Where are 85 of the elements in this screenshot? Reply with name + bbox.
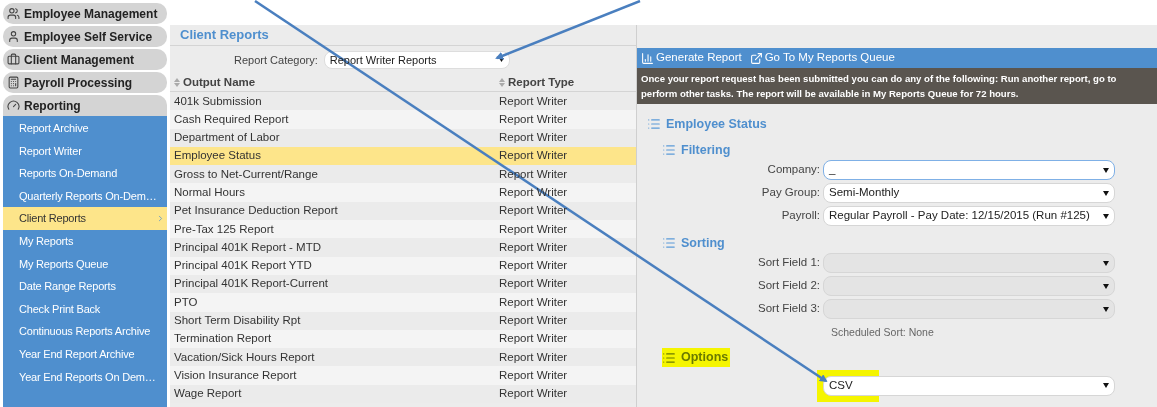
- module-tab[interactable]: Employee Self Service: [3, 26, 167, 47]
- module-tab[interactable]: Employee Management: [3, 3, 167, 24]
- field-label: Sort Field 3:: [757, 301, 821, 317]
- table-cell-text: Report Writer: [498, 203, 569, 219]
- column-header[interactable]: Output Name: [170, 73, 495, 92]
- module-tab[interactable]: Client Management: [3, 49, 167, 70]
- field-label: Payroll:: [780, 208, 821, 224]
- table-cell-text: Report Writer: [498, 148, 569, 164]
- field-label: Company:: [766, 162, 821, 178]
- external-link-icon: [749, 51, 763, 65]
- notice-text: Once your report request has been submitted you can do any of the following: Run another report, go to: [641, 72, 1118, 86]
- table-cell-text: Report Writer: [498, 386, 569, 402]
- module-icon: [7, 99, 20, 112]
- table-cell-text: Normal Hours: [173, 185, 246, 200]
- module-icon: [7, 76, 20, 89]
- table-row[interactable]: Vision Insurance Report Report Writer: [170, 366, 636, 385]
- dropdown-caret-icon: [1103, 306, 1109, 312]
- module-icon: [7, 30, 20, 43]
- table-cell-text: Report Writer: [498, 93, 569, 109]
- dropdown-caret-icon: [1103, 190, 1109, 196]
- table-row[interactable]: Cash Required Report Report Writer: [170, 110, 636, 129]
- section-title: Sorting: [662, 233, 727, 253]
- table-cell-text: Principal 401K Report YTD: [173, 258, 313, 274]
- dropdown-caret-icon: [1103, 383, 1109, 389]
- table-cell-text: Report Writer: [498, 367, 569, 383]
- table-cell-text: Report Writer: [498, 111, 569, 127]
- table-row[interactable]: Pre-Tax 125 Report Report Writer: [170, 220, 636, 239]
- field-label: Sort Field 2:: [757, 278, 821, 294]
- list-icon: [662, 350, 676, 365]
- sort-icon: [174, 78, 180, 87]
- section-title: Filtering: [662, 140, 733, 160]
- table-cell-text: Pre-Tax 125 Report: [173, 221, 275, 237]
- table-cell-text: PTO: [173, 294, 199, 310]
- field-label: Sort Field 1:: [757, 255, 821, 271]
- table-cell-text: Report Writer: [498, 294, 569, 310]
- table-row[interactable]: PTO Report Writer: [170, 293, 636, 312]
- table-cell-text: Vacation/Sick Hours Report: [173, 349, 316, 365]
- bar-chart-icon: [641, 51, 654, 65]
- column-header[interactable]: Report Type: [495, 73, 636, 92]
- table-cell-text: Short Term Disability Rpt: [173, 313, 302, 329]
- table-cell-text: Report Writer: [498, 331, 569, 347]
- report-title: Employee Status: [666, 115, 767, 133]
- select-field[interactable]: CSV: [823, 375, 1115, 396]
- list-icon: [662, 143, 676, 157]
- table-cell-text: 401k Submission: [173, 93, 263, 109]
- dropdown-caret-icon: [498, 58, 504, 62]
- table-cell-text: Wage Report: [173, 386, 243, 402]
- menu-item[interactable]: Client Reports: [3, 207, 167, 230]
- table-cell-text: Report Writer: [498, 130, 569, 146]
- module-icon: [7, 53, 20, 66]
- table-cell-text: Termination Report: [173, 331, 273, 347]
- table-cell-text: Department of Labor: [173, 130, 281, 146]
- scheduled-sort-note: Scheduled Sort: None: [830, 325, 935, 340]
- table-cell-text: Pet Insurance Deduction Report: [173, 203, 339, 219]
- section-title: Options: [662, 348, 731, 368]
- sort-icon: [499, 78, 505, 87]
- list-icon: [662, 236, 676, 250]
- table-cell-text: Report Writer: [498, 239, 569, 255]
- table-cell-text: Principal 401K Report - MTD: [173, 239, 322, 255]
- table-cell-text: Employee Status: [173, 148, 262, 164]
- dropdown-caret-icon: [1103, 213, 1109, 219]
- select-field[interactable]: Semi-Monthly: [823, 183, 1115, 203]
- dropdown-caret-icon: [1103, 283, 1109, 289]
- table-cell-text: Report Writer: [498, 349, 569, 365]
- dropdown-caret-icon: [1103, 260, 1109, 266]
- dropdown-caret-icon: [1103, 167, 1109, 173]
- table-cell-text: Report Writer: [498, 221, 569, 237]
- chevron-right-icon: [156, 214, 165, 224]
- table-cell-text: Principal 401K Report-Current: [173, 276, 330, 292]
- notice-text: perform other tasks. The report will be available in My Reports Queue for 72 hours.: [641, 87, 1020, 101]
- module-icon: [7, 7, 20, 20]
- table-cell-text: Report Writer: [498, 276, 569, 292]
- field-label: Pay Group:: [760, 185, 821, 201]
- table-cell-text: Cash Required Report: [173, 111, 290, 127]
- table-cell-text: Report Writer: [498, 313, 569, 329]
- list-icon: [647, 117, 661, 131]
- module-tab[interactable]: Reporting: [3, 95, 167, 116]
- table-cell-text: Gross to Net-Current/Range: [173, 166, 319, 182]
- page-title: Client Reports: [170, 25, 636, 46]
- select-field[interactable]: Regular Payroll - Pay Date: 12/15/2015 (Run #125): [823, 206, 1115, 226]
- module-tab[interactable]: Payroll Processing: [3, 72, 167, 93]
- field-label: Report Category:: [234, 52, 318, 68]
- table-cell-text: Vision Insurance Report: [173, 367, 298, 383]
- table-cell-text: Report Writer: [498, 258, 569, 274]
- select-field[interactable]: _: [823, 160, 1115, 180]
